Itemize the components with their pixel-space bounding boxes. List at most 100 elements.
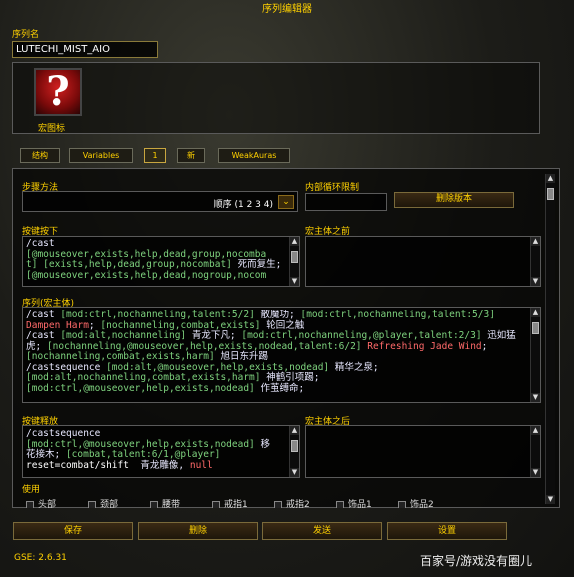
scroll-up-icon[interactable]: ▲ (531, 426, 540, 435)
code-segment: 花接木; (26, 449, 66, 460)
sequence-scrollbar[interactable]: ▲ ▼ (530, 308, 540, 402)
scroll-up-icon[interactable]: ▲ (531, 308, 540, 317)
use-slot-label: 戒指2 (286, 500, 310, 508)
code-segment: [mod:ctrl,nochanneling,talent:5/3] (300, 310, 495, 320)
save-button[interactable]: 保存 (13, 522, 133, 540)
use-slot-option[interactable]: 饰品1 (336, 497, 398, 508)
use-slot-option[interactable]: 饰品2 (398, 497, 460, 508)
post-macro-scrollbar[interactable]: ▲ ▼ (530, 426, 540, 477)
sequence-name-label: 序列名 (12, 30, 40, 40)
code-segment: 青龙雕像, (140, 459, 190, 471)
use-slot-label: 颈部 (100, 500, 119, 508)
code-segment: 死而复生; (231, 259, 282, 270)
code-segment: [nochanneling,@mouseover,help,exists,nod… (46, 340, 362, 352)
delete-version-button[interactable]: 删除版本 (394, 192, 514, 208)
code-segment: /cast (26, 330, 61, 341)
sequence-code: /cast [mod:ctrl,nochanneling,talent:5/2]… (26, 310, 528, 400)
code-segment: [mod:alt,@mouseover,help,exists,nodead] (106, 361, 330, 373)
code-segment: 神鹤引项踢; (260, 372, 320, 383)
code-segment: [nochanneling,combat,exists] (100, 319, 261, 331)
code-segment: 青龙下凡; (186, 330, 242, 341)
chevron-down-icon[interactable]: ⌄ (278, 195, 294, 209)
checkbox-icon[interactable] (274, 500, 282, 508)
scroll-up-icon[interactable]: ▲ (531, 237, 540, 246)
code-segment: [mod:ctrl,@mouseover,help,exists,nodead] (26, 438, 255, 450)
pre-macro-editor[interactable]: ▲ ▼ (305, 236, 541, 287)
sequence-body-editor[interactable]: /cast [mod:ctrl,nochanneling,talent:5/2]… (22, 307, 541, 403)
code-segment: [mod:ctrl,nochanneling,talent:5/2] (60, 310, 255, 320)
code-segment: /cast (26, 310, 61, 320)
scroll-down-icon[interactable]: ▼ (531, 393, 540, 402)
code-segment: 精华之泉; (329, 361, 379, 373)
post-macro-editor[interactable]: ▲ ▼ (305, 425, 541, 478)
scroll-down-icon[interactable]: ▼ (290, 468, 299, 477)
send-button[interactable]: 发送 (262, 522, 382, 540)
use-slot-label: 饰品2 (410, 500, 434, 508)
settings-button[interactable]: 设置 (387, 522, 507, 540)
code-segment: 虎; (26, 340, 47, 352)
code-segment: /castsequence (26, 429, 101, 439)
code-segment: ; (481, 340, 488, 352)
checkbox-icon[interactable] (336, 500, 344, 508)
scroll-down-icon[interactable]: ▼ (531, 468, 540, 477)
pre-macro-scrollbar[interactable]: ▲ ▼ (530, 237, 540, 286)
scroll-thumb[interactable] (291, 251, 298, 263)
scroll-thumb[interactable] (291, 440, 298, 452)
code-segment: /cast (26, 239, 55, 249)
code-segment: null (189, 459, 213, 471)
tab-structure[interactable]: 结构 (20, 148, 60, 163)
step-method-dropdown[interactable]: 顺序 (1 2 3 4) ⌄ (22, 191, 298, 212)
use-slot-label: 头部 (38, 500, 57, 508)
use-slot-label: 饰品1 (348, 500, 372, 508)
code-segment: [mod:ctrl,nochanneling,@player,talent:2/… (241, 330, 482, 341)
code-segment: [@mouseover,exists,help,dead,group,nocom… (26, 248, 267, 260)
use-slot-option[interactable]: 颈部 (88, 497, 150, 508)
sequence-name-field[interactable]: LUTECHI_MIST_AIO (12, 41, 158, 58)
inner-loop-input[interactable] (305, 193, 387, 211)
code-line: [mod:ctrl,@mouseover,help,exists,nodead]… (26, 382, 528, 395)
code-segment: [mod:alt,nochanneling,combat,exists,harm… (26, 372, 261, 383)
code-segment: 作茧缚命; (254, 382, 305, 394)
window-title: 序列编辑器 (262, 4, 312, 15)
keypress-editor[interactable]: /cast [@mouseover,exists,help,dead,group,… (22, 236, 300, 287)
code-segment: Dampen Harm (26, 319, 89, 331)
tab-version-1[interactable]: 1 (144, 148, 166, 163)
watermark: 百家号/游戏没有圈儿 (420, 554, 533, 568)
code-segment: 轮回之触 (260, 319, 305, 331)
keyrelease-scrollbar[interactable]: ▲ ▼ (289, 426, 299, 477)
scroll-thumb[interactable] (532, 322, 539, 334)
step-method-value: 顺序 (1 2 3 4) (213, 200, 273, 210)
scroll-thumb[interactable] (547, 188, 554, 200)
code-segment: Refreshing Jade Wind (367, 340, 482, 352)
checkbox-icon[interactable] (88, 500, 96, 508)
question-mark-icon[interactable]: ? (34, 68, 82, 116)
code-segment: 散魔功; (254, 310, 301, 320)
tab-variables[interactable]: Variables (69, 148, 133, 163)
main-scrollbar[interactable]: ▲ ▼ (545, 174, 555, 504)
delete-button[interactable]: 删除 (138, 522, 258, 540)
tab-new[interactable]: 新 (177, 148, 205, 163)
code-segment: 迅如猛 (481, 330, 516, 341)
scroll-down-icon[interactable]: ▼ (531, 277, 540, 286)
code-segment: [mod:ctrl,@mouseover,help,exists,nodead] (26, 382, 255, 394)
scroll-down-icon[interactable]: ▼ (290, 277, 299, 286)
checkbox-icon[interactable] (150, 500, 158, 508)
keypress-scrollbar[interactable]: ▲ ▼ (289, 237, 299, 286)
scroll-up-icon[interactable]: ▲ (290, 426, 299, 435)
use-label: 使用 (22, 485, 41, 495)
use-slot-label: 戒指1 (224, 500, 248, 508)
use-slot-option[interactable]: 腰带 (150, 497, 212, 508)
keyrelease-editor[interactable]: /castsequence [mod:ctrl,@mouseover,help,e… (22, 425, 300, 478)
checkbox-icon[interactable] (26, 500, 34, 508)
scroll-down-icon[interactable]: ▼ (546, 495, 555, 504)
use-slot-option[interactable]: 头部 (26, 497, 88, 508)
checkbox-icon[interactable] (212, 500, 220, 508)
tab-weakauras[interactable]: WeakAuras (218, 148, 290, 163)
checkbox-icon[interactable] (398, 500, 406, 508)
scroll-up-icon[interactable]: ▲ (546, 174, 555, 183)
code-segment: reset=combat/shift (26, 459, 141, 471)
use-slot-label: 腰带 (162, 500, 181, 508)
scroll-up-icon[interactable]: ▲ (290, 237, 299, 246)
use-slot-option[interactable]: 戒指2 (274, 497, 336, 508)
use-slot-option[interactable]: 戒指1 (212, 497, 274, 508)
